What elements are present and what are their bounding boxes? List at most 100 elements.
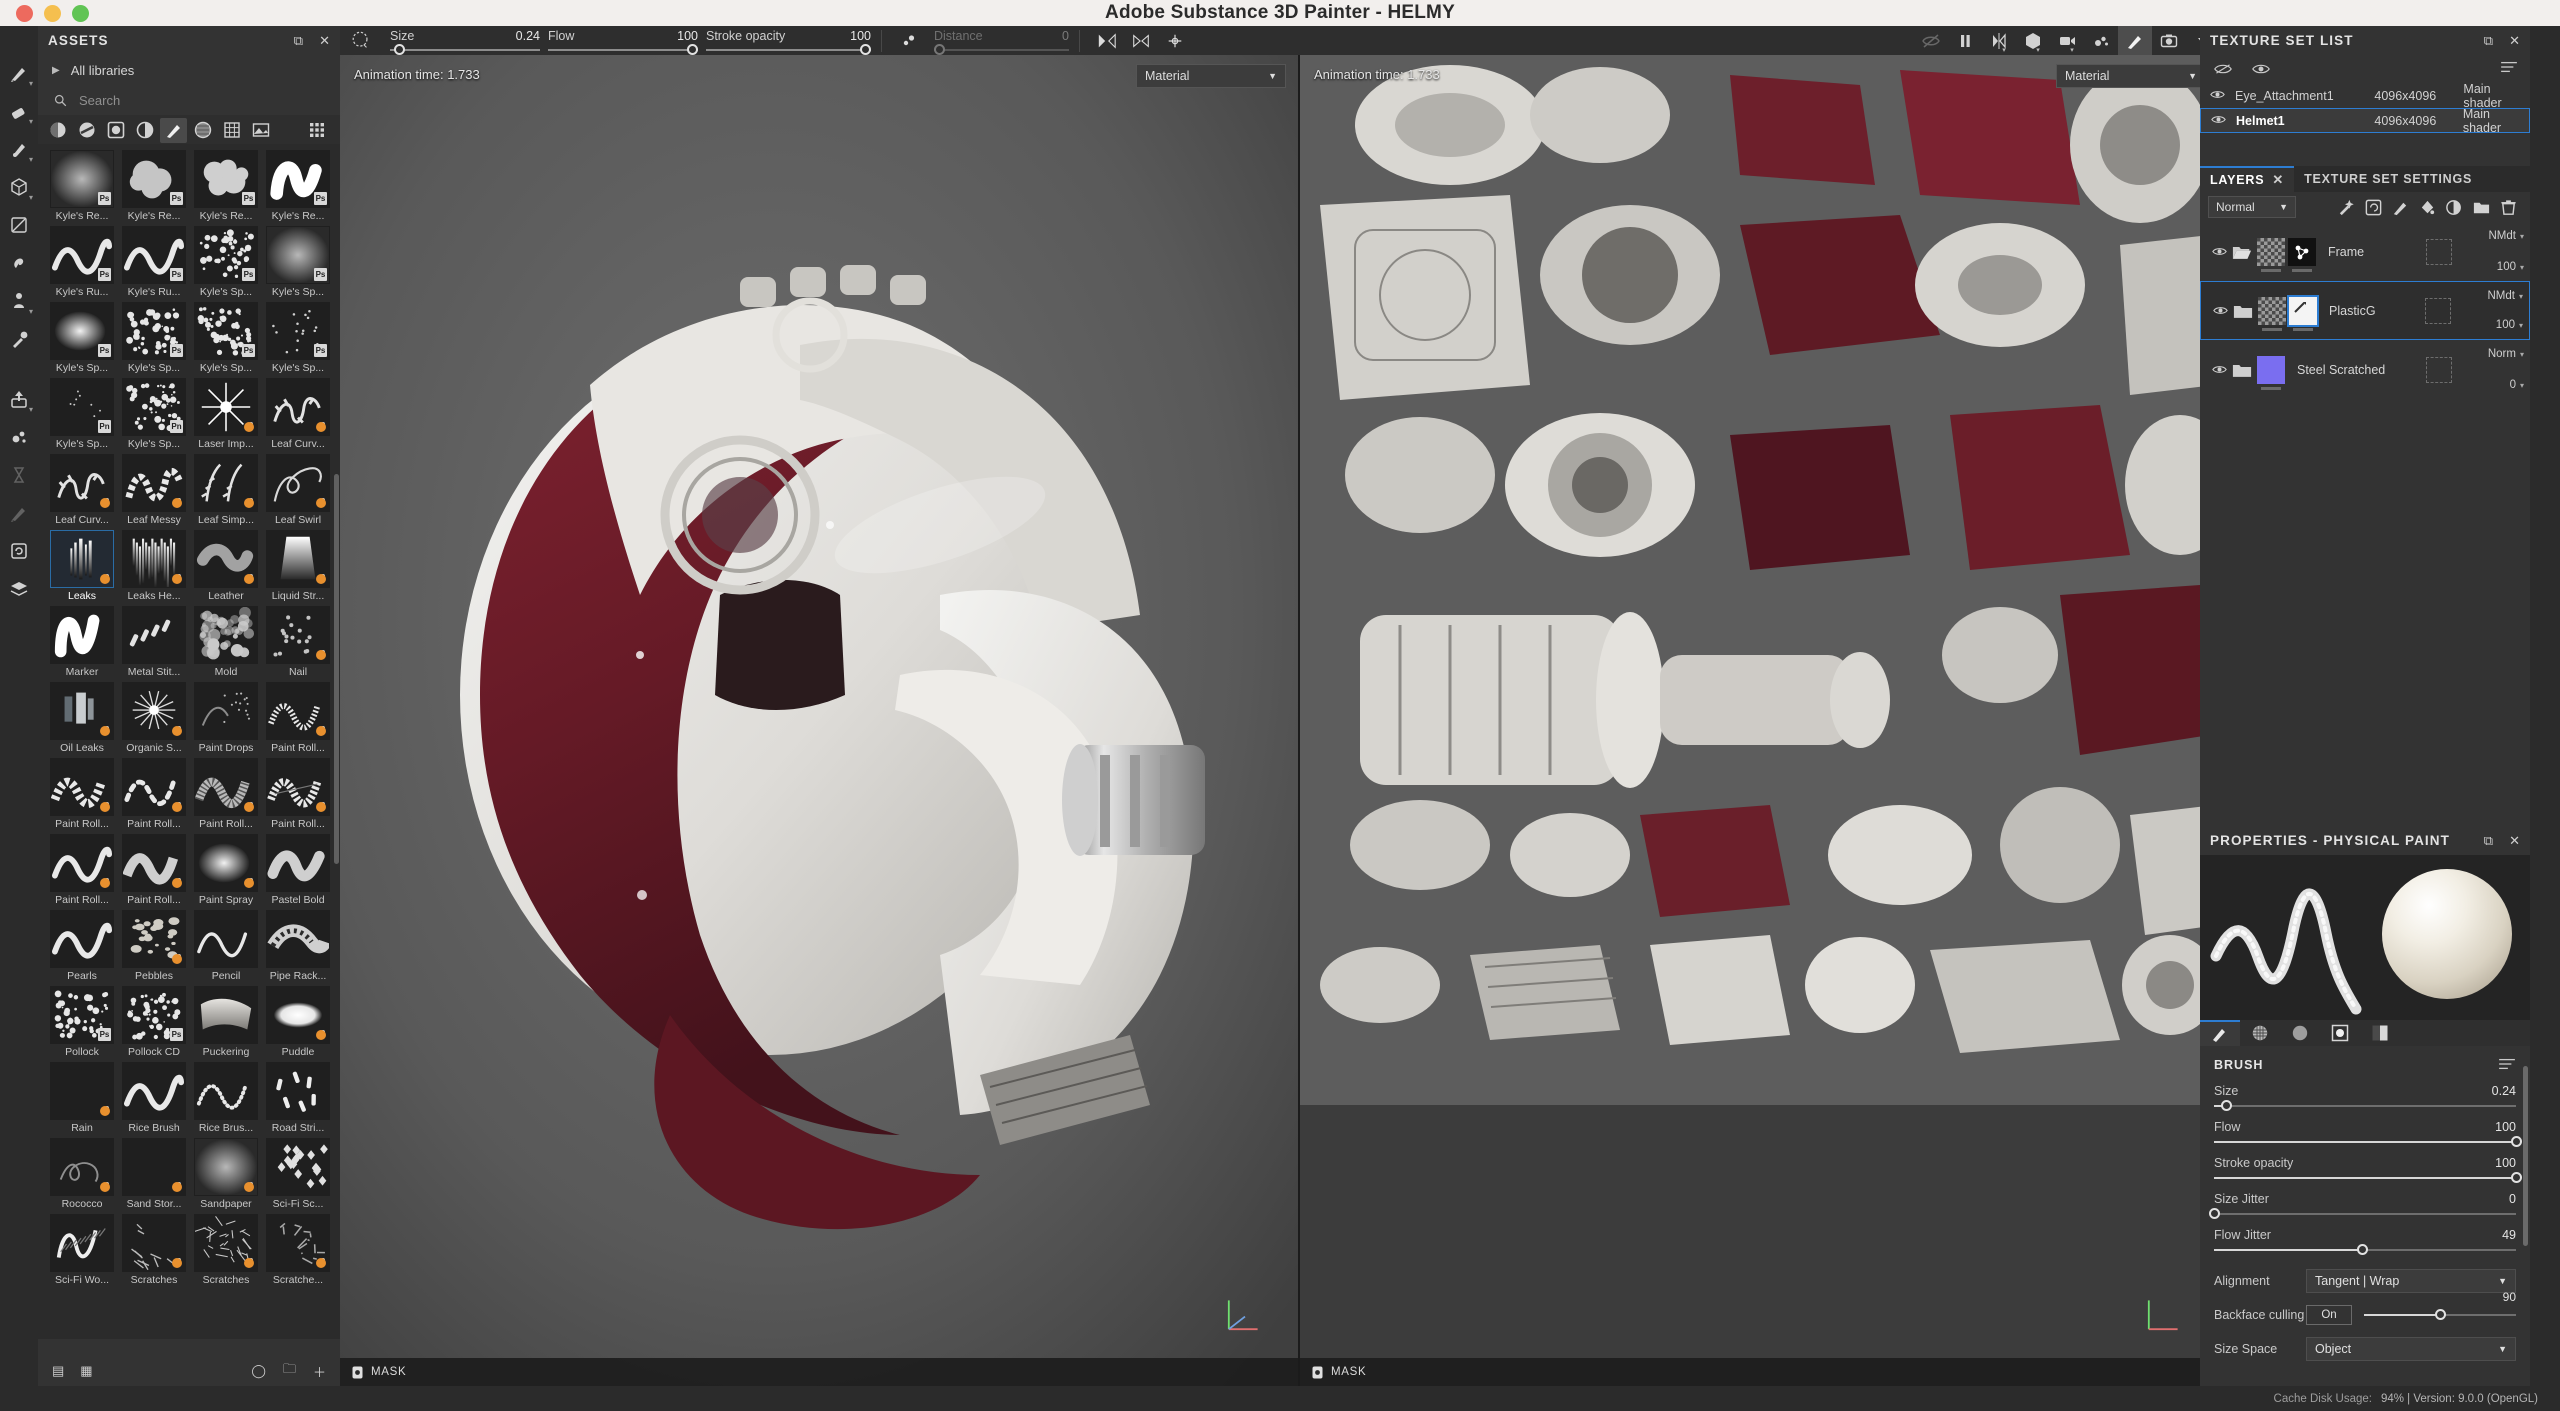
- viewport-uv[interactable]: Animation time: 1.733 Material ▼ MASK: [1300, 55, 2220, 1386]
- flow-slider-track[interactable]: [548, 49, 698, 51]
- properties-close-icon[interactable]: ✕: [2509, 833, 2520, 849]
- layer-stack-tool[interactable]: [2, 570, 36, 608]
- screenshot-icon[interactable]: [2152, 26, 2186, 55]
- properties-float-icon[interactable]: ⧉: [2484, 833, 2493, 849]
- size-space-select[interactable]: Object ▼: [2306, 1337, 2516, 1361]
- asset-item[interactable]: Paint Roll...: [263, 758, 333, 830]
- filter-smart-materials[interactable]: [73, 118, 100, 143]
- layer-blend-mode[interactable]: NMdt ▾: [2457, 290, 2523, 302]
- material-picker-tool[interactable]: [2, 320, 36, 358]
- asset-item[interactable]: Scratche...: [263, 1214, 333, 1286]
- asset-thumbnail[interactable]: Pn: [50, 378, 114, 436]
- asset-item[interactable]: Ps Kyle's Ru...: [119, 226, 189, 298]
- assets-grid[interactable]: Ps Kyle's Re... Ps Kyle's Re... Ps Kyle'…: [38, 144, 340, 1339]
- layer-visibility-toggle[interactable]: [2208, 364, 2230, 375]
- filter-grid-view[interactable]: [303, 118, 330, 143]
- layer-visibility-toggle[interactable]: [2208, 246, 2230, 257]
- viewport-3d-shader-select[interactable]: Material ▼: [1136, 64, 1286, 88]
- asset-item[interactable]: Rococco: [47, 1138, 117, 1210]
- add-fill-layer-button[interactable]: [2360, 194, 2387, 220]
- asset-item[interactable]: Sci-Fi Sc...: [263, 1138, 333, 1210]
- layer-mask-placeholder[interactable]: [2426, 239, 2452, 265]
- asset-thumbnail[interactable]: [194, 530, 258, 588]
- asset-thumbnail[interactable]: [266, 378, 330, 436]
- layer-thumbnail[interactable]: [2258, 297, 2286, 325]
- asset-thumbnail[interactable]: [194, 378, 258, 436]
- asset-thumbnail[interactable]: Ps: [122, 226, 186, 284]
- asset-item[interactable]: Scratches: [191, 1214, 261, 1286]
- list-view-icon[interactable]: ▤: [52, 1363, 64, 1379]
- baking-tool[interactable]: [2, 456, 36, 494]
- distance-slider-track[interactable]: [934, 49, 1069, 51]
- asset-item[interactable]: Leather: [191, 530, 261, 602]
- layer-folder-icon[interactable]: [2230, 244, 2254, 260]
- asset-thumbnail[interactable]: [50, 910, 114, 968]
- asset-item[interactable]: Scratches: [119, 1214, 189, 1286]
- generator-tool[interactable]: [2, 532, 36, 570]
- asset-thumbnail[interactable]: [50, 682, 114, 740]
- asset-thumbnail[interactable]: [122, 530, 186, 588]
- projection-tool[interactable]: ▾: [2, 130, 36, 168]
- refresh-icon[interactable]: ◯: [251, 1363, 266, 1379]
- brush-slider-track[interactable]: [2214, 1136, 2516, 1149]
- viewport-3d-footer[interactable]: MASK: [340, 1358, 1300, 1386]
- filter-smart-masks[interactable]: [131, 118, 158, 143]
- assets-scrollbar[interactable]: [334, 474, 339, 864]
- asset-item[interactable]: Leaf Simp...: [191, 454, 261, 526]
- asset-item[interactable]: Ps Kyle's Sp...: [119, 302, 189, 374]
- add-adjustment-button[interactable]: [2441, 194, 2468, 220]
- stencil-tab[interactable]: [2320, 1020, 2360, 1046]
- asset-item[interactable]: Pipe Rack...: [263, 910, 333, 982]
- asset-item[interactable]: Paint Roll...: [47, 758, 117, 830]
- layer-folder-icon[interactable]: [2230, 362, 2254, 378]
- asset-thumbnail[interactable]: [266, 986, 330, 1044]
- asset-thumbnail[interactable]: [50, 1214, 114, 1272]
- assets-float-icon[interactable]: ⧉: [294, 33, 303, 49]
- asset-item[interactable]: Ps Pollock CD: [119, 986, 189, 1058]
- asset-thumbnail[interactable]: Ps: [266, 226, 330, 284]
- asset-item[interactable]: Ps Kyle's Sp...: [263, 302, 333, 374]
- layer-thumbnail[interactable]: [2257, 238, 2285, 266]
- asset-thumbnail[interactable]: [266, 454, 330, 512]
- asset-item[interactable]: Leaf Swirl: [263, 454, 333, 526]
- asset-thumbnail[interactable]: [50, 758, 114, 816]
- layer-mask-thumbnail[interactable]: [2289, 297, 2317, 325]
- asset-thumbnail[interactable]: [266, 758, 330, 816]
- add-mask-button[interactable]: [2414, 194, 2441, 220]
- texture-set-list-close-icon[interactable]: ✕: [2509, 33, 2520, 49]
- camera-rotation-icon[interactable]: ▾: [2050, 26, 2084, 55]
- brush-slider-track[interactable]: [2214, 1244, 2516, 1257]
- asset-item[interactable]: Leaf Messy: [119, 454, 189, 526]
- asset-item[interactable]: Puckering: [191, 986, 261, 1058]
- asset-thumbnail[interactable]: [266, 606, 330, 664]
- layer-row[interactable]: Steel Scratched Norm ▾ 0 ▾: [2200, 340, 2530, 399]
- particles-icon[interactable]: [2084, 26, 2118, 55]
- brush-tab[interactable]: [2200, 1020, 2240, 1046]
- viewport-3d[interactable]: Animation time: 1.733 Material ▼ MASK: [340, 55, 1300, 1386]
- layer-thumbnail[interactable]: [2257, 356, 2285, 384]
- asset-thumbnail[interactable]: Pn: [122, 378, 186, 436]
- asset-thumbnail[interactable]: Ps: [122, 302, 186, 360]
- asset-item[interactable]: Paint Roll...: [119, 834, 189, 906]
- asset-item[interactable]: Oil Leaks: [47, 682, 117, 754]
- layer-opacity[interactable]: 100 ▾: [2457, 319, 2523, 331]
- tool-rail[interactable]: ▾ ▾ ▾ ▾ ▾ ▾: [0, 26, 38, 1386]
- asset-item[interactable]: Sci-Fi Wo...: [47, 1214, 117, 1286]
- texture-set-row[interactable]: Helmet1 4096x4096 Main shader: [2200, 108, 2530, 133]
- assets-close-icon[interactable]: ✕: [319, 33, 330, 49]
- open-folder-icon[interactable]: 🗀: [283, 1360, 296, 1382]
- layers-tab-row[interactable]: LAYERS ✕ TEXTURE SET SETTINGS: [2200, 166, 2530, 192]
- asset-item[interactable]: Ps Kyle's Sp...: [47, 302, 117, 374]
- symmetry-plane-icon[interactable]: [1124, 26, 1158, 55]
- asset-thumbnail[interactable]: Ps: [122, 150, 186, 208]
- asset-thumbnail[interactable]: [194, 758, 258, 816]
- asset-item[interactable]: Paint Drops: [191, 682, 261, 754]
- asset-item[interactable]: Sand Stor...: [119, 1138, 189, 1210]
- asset-thumbnail[interactable]: [194, 910, 258, 968]
- asset-thumbnail[interactable]: [122, 1214, 186, 1272]
- asset-item[interactable]: Liquid Str...: [263, 530, 333, 602]
- asset-thumbnail[interactable]: [194, 1138, 258, 1196]
- asset-item[interactable]: Pearls: [47, 910, 117, 982]
- asset-item[interactable]: Ps Kyle's Re...: [191, 150, 261, 222]
- asset-thumbnail[interactable]: Ps: [266, 302, 330, 360]
